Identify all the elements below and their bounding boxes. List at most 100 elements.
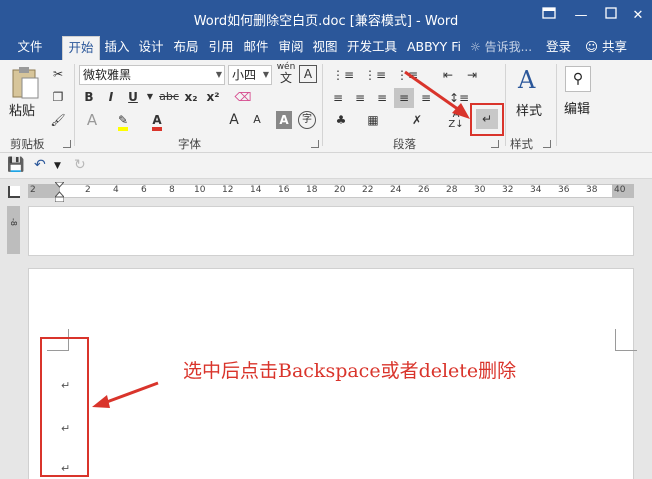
tab-selector-icon[interactable] (8, 186, 20, 198)
share-button[interactable]: ☺ 共享 (585, 36, 627, 60)
align-left-icon[interactable]: ≡ (328, 88, 348, 108)
paragraph-mark-icon: ↵ (481, 112, 493, 126)
person-icon: ☺ (585, 39, 599, 54)
tab-developer[interactable]: 开发工具 (344, 36, 400, 60)
font-color-glyph: A (152, 113, 162, 131)
ruler-tick: 20 (334, 185, 346, 195)
grow-font-button[interactable]: A (224, 110, 244, 130)
distributed-icon[interactable]: ≡ (416, 88, 436, 108)
highlight-button[interactable]: ✎ (112, 110, 134, 131)
phonetic-char: 文 (279, 71, 292, 85)
quick-access-toolbar: 💾 ↶ ▼ ↻ (0, 153, 652, 179)
save-icon[interactable]: 💾 (7, 157, 24, 173)
editing-label: 编辑 (564, 102, 591, 117)
increase-indent-icon[interactable]: ⇥ (462, 65, 482, 85)
restore-icon[interactable] (600, 6, 622, 26)
ruler-tick: 4 (113, 185, 119, 195)
subscript-button[interactable]: x₂ (181, 87, 201, 107)
tab-home[interactable]: 开始 (62, 36, 100, 60)
ruler-tick: 40 (614, 185, 626, 195)
group-divider (556, 64, 557, 146)
align-right-icon[interactable]: ≡ (372, 88, 392, 108)
italic-button[interactable]: I (102, 87, 120, 107)
multilevel-list-icon[interactable]: ⋮≡ (394, 65, 420, 85)
lightbulb-icon: ☼ (470, 40, 481, 54)
chevron-down-icon[interactable]: ▼ (146, 87, 154, 107)
show-hide-marks-button[interactable]: ↵ (476, 109, 498, 129)
minimize-icon[interactable]: — (570, 6, 592, 26)
help-window-icon[interactable] (538, 6, 560, 26)
paragraph-launcher-icon[interactable] (491, 140, 499, 148)
share-label: 共享 (602, 39, 628, 54)
enclose-char-button[interactable]: 字 (298, 111, 316, 129)
bold-button[interactable]: B (80, 87, 98, 107)
ruler-tick: 6 (141, 185, 147, 195)
undo-icon[interactable]: ↶ (34, 157, 46, 173)
chevron-down-icon[interactable]: ▼ (54, 161, 61, 171)
tab-insert[interactable]: 插入 (102, 36, 132, 60)
strikethrough-button[interactable]: abc (157, 87, 181, 107)
line-spacing-icon[interactable]: ↕≡ (446, 88, 472, 108)
indent-marker-icon[interactable] (53, 181, 66, 203)
font-color-button[interactable]: A (146, 110, 168, 131)
close-icon[interactable]: ✕ (627, 6, 649, 26)
redo-icon[interactable]: ↻ (74, 157, 86, 173)
empty-paragraphs-highlight-box (40, 337, 89, 477)
paste-button[interactable]: 粘贴 (6, 64, 42, 124)
numbering-icon[interactable]: ⋮≡ (362, 65, 388, 85)
ribbon-home: 粘贴 ✂ ❐ 🖌 剪贴板 微软雅黑 ▼ 小四 ▼ wén 文 A B I U ▼… (0, 60, 652, 153)
chinese-layout-icon[interactable]: ✗ (404, 110, 430, 130)
ruler-tick: 18 (306, 185, 318, 195)
font-name-value: 微软雅黑 (83, 68, 132, 82)
styles-group-label: 样式 (510, 137, 533, 151)
align-center-icon[interactable]: ≡ (350, 88, 370, 108)
phonetic-guide-button[interactable]: wén 文 (276, 63, 296, 85)
font-launcher-icon[interactable] (311, 140, 319, 148)
scissors-icon[interactable]: ✂ (48, 64, 68, 84)
font-size-combo[interactable]: 小四 ▼ (228, 65, 272, 85)
login-link[interactable]: 登录 (546, 36, 571, 60)
chevron-down-icon: ▼ (215, 70, 222, 79)
styles-icon: A (518, 66, 536, 94)
shading-icon[interactable]: ♣ (328, 110, 354, 130)
tab-file[interactable]: 文件 (8, 36, 52, 60)
horizontal-ruler[interactable] (0, 180, 652, 204)
clear-formatting-icon[interactable]: ⌫ (232, 87, 254, 107)
copy-icon[interactable]: ❐ (48, 87, 68, 107)
tab-review[interactable]: 审阅 (275, 36, 307, 60)
styles-launcher-icon[interactable] (543, 140, 551, 148)
sort-icon[interactable]: A Z↓ (446, 110, 466, 130)
ruler-tick: 2 (85, 185, 91, 195)
underline-button[interactable]: U (124, 87, 142, 107)
format-painter-icon[interactable]: 🖌 (48, 110, 68, 130)
ruler-tick: 34 (530, 185, 542, 195)
tab-mailings[interactable]: 邮件 (240, 36, 272, 60)
clipboard-launcher-icon[interactable] (63, 140, 71, 148)
borders-icon[interactable]: ▦ (360, 110, 386, 130)
char-shading-button[interactable]: A (276, 111, 292, 129)
styles-label: 样式 (516, 104, 543, 119)
editing-button[interactable]: ⚲ 编辑 (562, 64, 596, 126)
justify-icon[interactable]: ≡ (394, 88, 414, 108)
decrease-indent-icon[interactable]: ⇤ (438, 65, 458, 85)
superscript-button[interactable]: x² (203, 87, 223, 107)
vruler-label: -8 (9, 218, 18, 226)
tab-view[interactable]: 视图 (309, 36, 341, 60)
tell-me-search[interactable]: ☼ 告诉我... (470, 36, 532, 60)
ruler-tick: 24 (390, 185, 402, 195)
tab-abbyy[interactable]: ABBYY Fi (403, 36, 465, 60)
tab-references[interactable]: 引用 (205, 36, 237, 60)
highlighter-icon: ✎ (117, 113, 129, 131)
tab-design[interactable]: 设计 (135, 36, 167, 60)
vertical-ruler[interactable]: -8 (7, 206, 20, 254)
bullets-icon[interactable]: ⋮≡ (330, 65, 356, 85)
font-group-label: 字体 (178, 137, 201, 151)
text-effects-icon[interactable]: A (80, 110, 104, 130)
page-previous[interactable] (28, 206, 634, 256)
tab-layout[interactable]: 布局 (170, 36, 202, 60)
shrink-font-button[interactable]: A (248, 110, 266, 130)
styles-button[interactable]: A 样式 (512, 66, 548, 128)
ruler-tick: 28 (446, 185, 458, 195)
char-border-button[interactable]: A (299, 65, 317, 83)
font-name-combo[interactable]: 微软雅黑 ▼ (79, 65, 225, 85)
